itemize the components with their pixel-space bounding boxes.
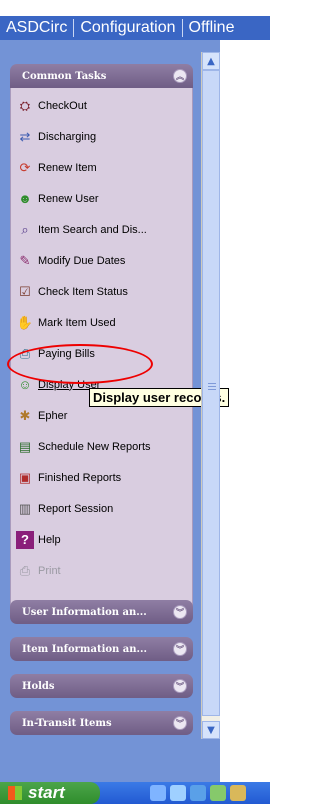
start-button[interactable]: start	[0, 782, 100, 804]
print-icon: ⎙	[19, 562, 31, 578]
task-item[interactable]: ✎ Modify Due Dates	[11, 245, 192, 276]
quick-launch	[150, 785, 246, 801]
collapse-chevron-icon[interactable]: ︽	[173, 69, 187, 83]
user-info-header[interactable]: User Information an... ︾	[10, 600, 193, 624]
in-transit-section: In-Transit Items ︾	[10, 711, 193, 735]
expand-chevron-icon[interactable]: ︾	[173, 642, 187, 656]
browser-icon[interactable]	[170, 785, 186, 801]
task-label: Renew User	[38, 192, 99, 205]
menu-asdcirc[interactable]: ASDCirc	[0, 19, 73, 37]
task-item[interactable]: ▣ Finished Reports	[11, 462, 192, 493]
task-label: CheckOut	[38, 99, 87, 112]
menu-offline[interactable]: Offline	[183, 19, 241, 37]
ephemeral-icon: ✱	[19, 407, 31, 423]
expand-chevron-icon[interactable]: ︾	[173, 716, 187, 730]
common-tasks-section: Common Tasks ︽ ⛭ CheckOut ⇄ Discharging ⟳ Ren…	[10, 64, 193, 608]
item-info-section: Item Information an... ︾	[10, 637, 193, 661]
task-item[interactable]: ✋ Mark Item Used	[11, 307, 192, 338]
task-item[interactable]: ☻ Renew User	[11, 183, 192, 214]
task-label: Paying Bills	[38, 347, 95, 360]
vertical-scrollbar[interactable]: ▲ ▼	[201, 52, 220, 739]
common-tasks-header[interactable]: Common Tasks ︽	[10, 64, 193, 88]
expand-chevron-icon[interactable]: ︾	[173, 605, 187, 619]
paying-bills-icon: ⎙	[19, 345, 31, 361]
renew-item-icon: ⟳	[19, 159, 31, 175]
section-title: Item Information an...	[22, 643, 148, 655]
task-item[interactable]: ⛭ CheckOut	[11, 90, 192, 121]
content-area	[220, 40, 270, 782]
item-search-icon: ⌕	[21, 221, 29, 237]
task-label: Item Search and Dis...	[38, 223, 147, 236]
task-item[interactable]: ⟳ Renew Item	[11, 152, 192, 183]
grip-line	[208, 389, 216, 390]
ie-icon[interactable]	[150, 785, 166, 801]
task-item[interactable]: ▤ Schedule New Reports	[11, 431, 192, 462]
renew-user-icon: ☻	[18, 191, 32, 206]
app-icon[interactable]	[230, 785, 246, 801]
scroll-thumb[interactable]	[202, 70, 220, 716]
task-label: Discharging	[38, 130, 97, 143]
mark-item-used-icon: ✋	[16, 314, 34, 330]
task-item[interactable]: ⇄ Discharging	[11, 121, 192, 152]
task-label: Mark Item Used	[38, 316, 116, 329]
checkout-icon: ⛭	[19, 97, 31, 113]
task-label: Modify Due Dates	[38, 254, 126, 267]
windows-flag-icon	[8, 786, 22, 800]
scroll-down-arrow-icon[interactable]: ▼	[202, 721, 220, 739]
task-item[interactable]: ⌕ Item Search and Dis...	[11, 214, 192, 245]
common-tasks-title: Common Tasks	[22, 70, 107, 82]
task-label: Report Session	[38, 502, 114, 515]
grip-line	[208, 386, 216, 387]
filter-icon[interactable]	[190, 785, 206, 801]
start-label: start	[28, 783, 65, 802]
help-icon: ?	[16, 530, 34, 549]
schedule-reports-icon: ▤	[18, 438, 32, 454]
section-title: Holds	[22, 680, 55, 692]
item-info-header[interactable]: Item Information an... ︾	[10, 637, 193, 661]
scroll-up-arrow-icon[interactable]: ▲	[202, 52, 220, 70]
discharging-icon: ⇄	[19, 128, 31, 144]
common-tasks-list: ⛭ CheckOut ⇄ Discharging ⟳ Renew Item ☻ Renew U…	[10, 88, 193, 608]
modify-due-dates-icon: ✎	[19, 252, 31, 268]
task-label: Finished Reports	[38, 471, 122, 484]
task-label: Print	[38, 564, 61, 577]
holds-section: Holds ︾	[10, 674, 193, 698]
display-user-icon: ☺	[18, 377, 32, 392]
menu-configuration[interactable]: Configuration	[74, 19, 181, 37]
task-label: Epher	[38, 409, 68, 422]
menu-bar: ASDCirc Configuration Offline	[0, 16, 270, 40]
task-item[interactable]: ▥ Report Session	[11, 493, 192, 524]
task-item: ⎙ Print	[11, 555, 192, 586]
task-label: Schedule New Reports	[38, 440, 151, 453]
task-label: Check Item Status	[38, 285, 128, 298]
holds-header[interactable]: Holds ︾	[10, 674, 193, 698]
task-item[interactable]: ☑ Check Item Status	[11, 276, 192, 307]
task-item[interactable]: ⎙ Paying Bills	[11, 338, 192, 369]
section-title: In-Transit Items	[22, 717, 112, 729]
grip-line	[208, 383, 216, 384]
expand-chevron-icon[interactable]: ︾	[173, 679, 187, 693]
task-item[interactable]: ? Help	[11, 524, 192, 555]
task-label: Help	[38, 533, 61, 546]
report-session-icon: ▥	[18, 500, 32, 516]
user-info-section: User Information an... ︾	[10, 600, 193, 624]
section-title: User Information an...	[22, 606, 147, 618]
windows-taskbar: start	[0, 782, 270, 804]
chart-icon[interactable]	[210, 785, 226, 801]
in-transit-header[interactable]: In-Transit Items ︾	[10, 711, 193, 735]
finished-reports-icon: ▣	[18, 469, 32, 485]
task-label: Renew Item	[38, 161, 97, 174]
check-item-status-icon: ☑	[19, 283, 31, 299]
